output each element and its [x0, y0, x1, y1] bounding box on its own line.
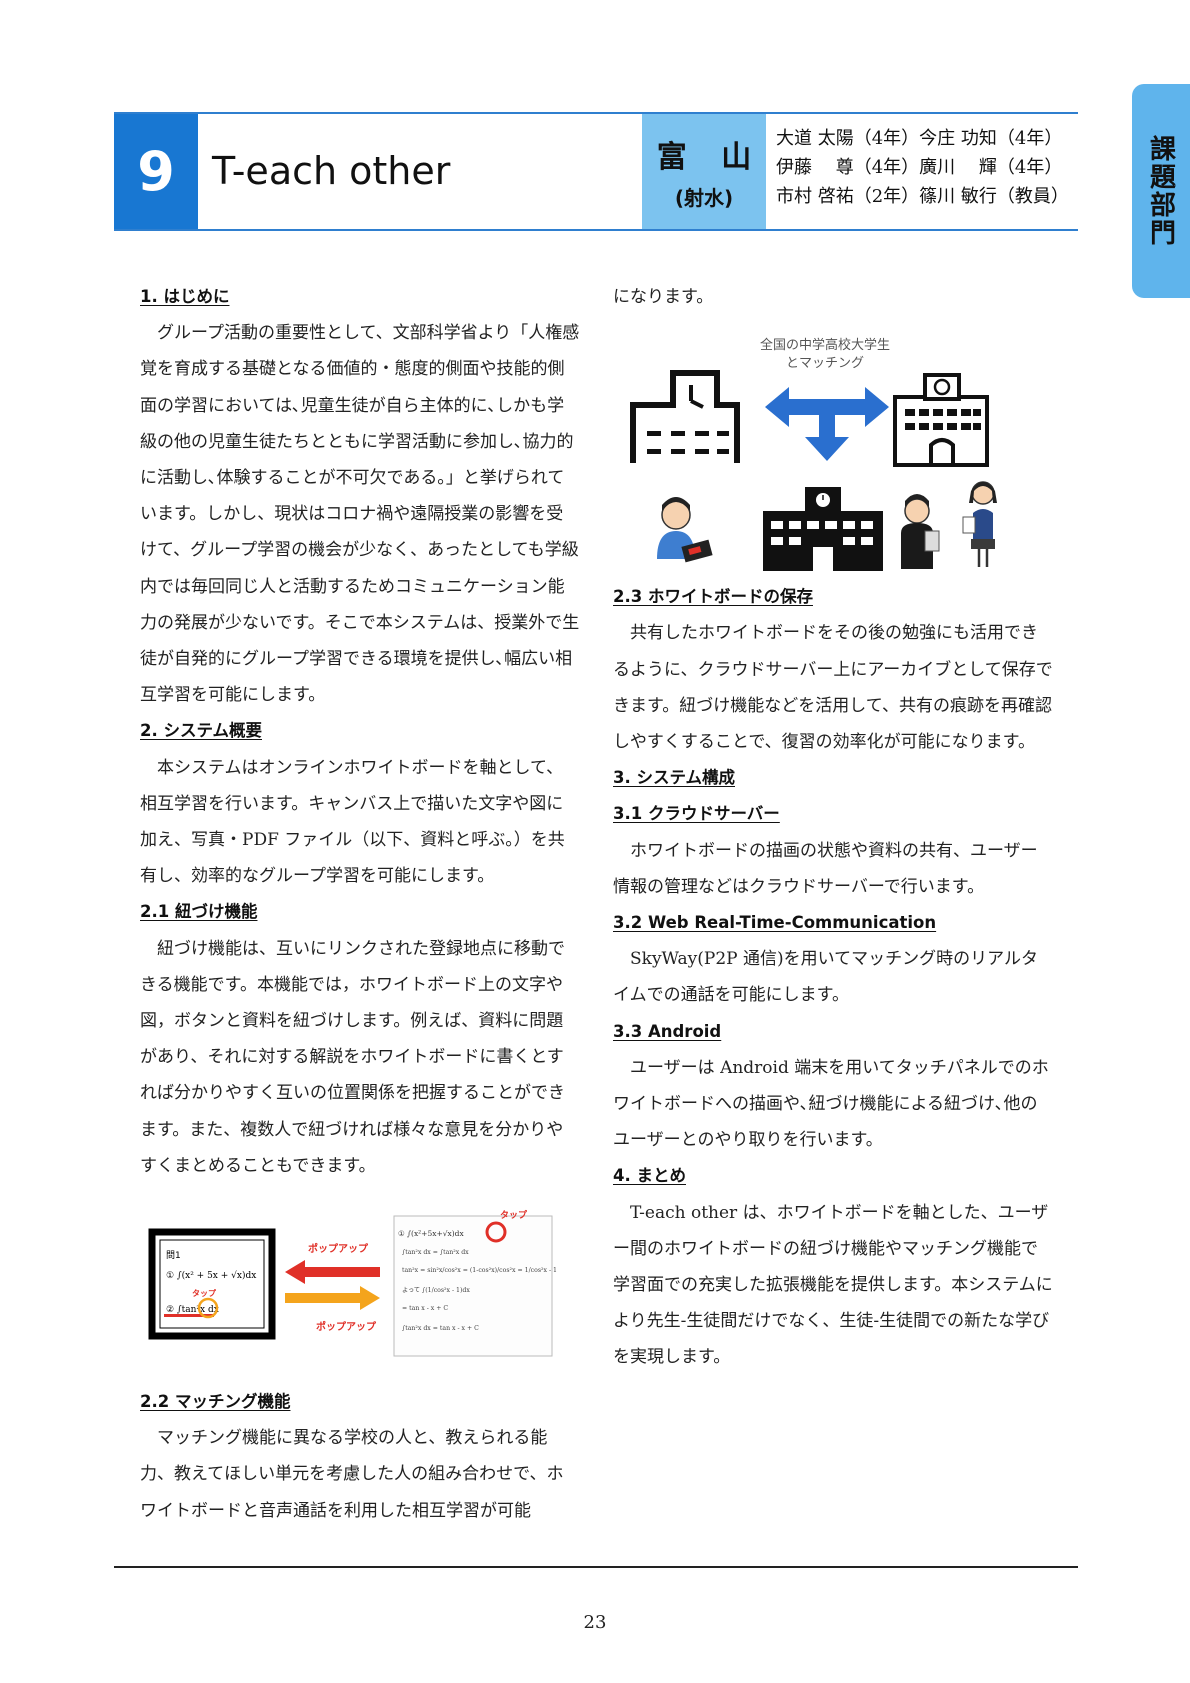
- question-item: ② ∫tan²x dx: [166, 1305, 219, 1315]
- paragraph-cloud: ホワイトボードの描画の状態や資料の共有、ユーザー情報の管理などはクラウドサーバー…: [613, 840, 1038, 897]
- author-line: 伊藤 尊（4年）廣川 輝（4年）: [776, 157, 1063, 178]
- note-line: ① ∫(x²+5x+√x)dx: [398, 1229, 464, 1238]
- paragraph-intro: グループ活動の重要性として、文部科学省より「人権感覚を育成する基礎となる価値的・…: [140, 323, 580, 706]
- note-line: よって ∫(1/cos²x - 1)dx: [402, 1287, 470, 1294]
- section-heading-intro: 1. はじめに: [140, 287, 230, 306]
- paragraph-matching: マッチング機能に異なる学校の人と、教えられる能力、教えてほしい単元を考慮した人の…: [140, 1428, 564, 1521]
- university-building-icon: [893, 373, 989, 468]
- prefecture-name: 富 山: [656, 140, 764, 175]
- section-heading-summary: 4. まとめ: [613, 1166, 686, 1186]
- school-building-icon: [630, 370, 740, 464]
- article-title: T-each other: [212, 149, 451, 193]
- popup-label: ポップアップ: [316, 1320, 377, 1333]
- arrow-right: [285, 1286, 380, 1311]
- paragraph-android: ユーザーは Android 端末を用いてタッチパネルでのホワイトボードへの描画や…: [613, 1057, 1049, 1151]
- question-title: 問1: [166, 1250, 181, 1261]
- section-heading-matching: 2.2 マッチング機能: [140, 1392, 291, 1412]
- left-column: 1. はじめに グループ活動の重要性として、文部科学省より「人権感覚を育成する基…: [140, 279, 580, 1529]
- right-column: になります。 全国の中学高校大学生 とマッチング 2.3 ホワイトボードの保存 …: [613, 279, 1053, 1376]
- note-line: ∫tan²x dx = ∫tan²x dx: [402, 1249, 469, 1256]
- school-location: (射水): [674, 186, 734, 210]
- section-tab-label: 課題部門: [1145, 135, 1176, 247]
- paragraph-continued: になります。: [613, 287, 714, 307]
- section-tab: 課題部門: [1132, 84, 1190, 298]
- section-heading-linking: 2.1 紐づけ機能: [140, 902, 258, 922]
- section-heading-android: 3.3 Android: [613, 1021, 722, 1041]
- tap-label: タップ: [500, 1209, 528, 1221]
- student-with-tablet-icon: [657, 497, 713, 563]
- prefecture-box: 富 山 (射水): [642, 114, 766, 229]
- note-line: tan²x = sin²x/cos²x = (1-cos²x)/cos²x = …: [402, 1267, 557, 1274]
- page-number: 23: [583, 1612, 607, 1633]
- section-heading-webrtc: 3.2 Web Real-Time-Communication: [613, 913, 937, 933]
- popup-label: ポップアップ: [308, 1242, 369, 1255]
- author-line: 市村 啓祐（2年）篠川 敏行（教員）: [776, 186, 1069, 207]
- high-school-building-icon: [763, 487, 883, 572]
- paragraph-linking: 紐づけ機能は、互いにリンクされた登録地点に移動できる機能です。本機能では，ホワイ…: [140, 938, 565, 1176]
- paragraph-archive: 共有したホワイトボードをその後の勉強にも活用できるように、クラウドサーバー上にア…: [613, 623, 1053, 753]
- whiteboard-note: タップ ① ∫(x²+5x+√x)dx ∫tan²x dx = ∫tan²x d…: [393, 1209, 557, 1357]
- paragraph-webrtc: SkyWay(P2P 通信)を用いてマッチング時のリアルタイムでの通話を可能にし…: [613, 949, 1038, 1006]
- article-header: 9 T-each other 富 山 (射水) 大道 太陽（4年）今庄 功知（4…: [114, 112, 1078, 231]
- article-number: 9: [114, 114, 198, 229]
- figure-caption: 全国の中学高校大学生: [760, 337, 890, 353]
- matching-figure: 全国の中学高校大学生 とマッチング: [630, 337, 997, 572]
- paragraph-overview: 本システムはオンラインホワイトボードを軸として、相互学習を行います。キャンバス上…: [140, 757, 565, 887]
- author-line: 大道 太陽（4年）今庄 功知（4年）: [776, 128, 1063, 149]
- section-heading-architecture: 3. システム構成: [613, 768, 735, 788]
- question-item: ① ∫(x² + 5x + √x)dx: [166, 1270, 256, 1281]
- female-student-icon: [962, 481, 997, 568]
- matching-arrows-icon: [765, 387, 889, 462]
- section-heading-cloud: 3.1 クラウドサーバー: [613, 804, 780, 824]
- question-card: 問1 ① ∫(x² + 5x + √x)dx タップ ② ∫tan²x dx: [148, 1228, 276, 1340]
- footer-rule: [114, 1566, 1078, 1568]
- section-heading-overview: 2. システム概要: [140, 721, 262, 741]
- paragraph-summary: T-each other は、ホワイトボードを軸とした、ユーザー間のホワイトボー…: [613, 1202, 1053, 1368]
- tap-label: タップ: [192, 1288, 217, 1298]
- note-line: = tan x - x + C: [402, 1305, 448, 1312]
- note-line: ∫tan²x dx = tan x - x + C: [402, 1325, 479, 1332]
- section-heading-archive: 2.3 ホワイトボードの保存: [613, 587, 813, 607]
- figure-caption: とマッチング: [786, 356, 864, 371]
- linking-figure: 問1 ① ∫(x² + 5x + √x)dx タップ ② ∫tan²x dx ポ…: [148, 1209, 557, 1357]
- arrow-left: [285, 1260, 380, 1285]
- author-list: 大道 太陽（4年）今庄 功知（4年） 伊藤 尊（4年）廣川 輝（4年） 市村 啓…: [776, 124, 1076, 211]
- student-with-document-icon: [901, 494, 940, 570]
